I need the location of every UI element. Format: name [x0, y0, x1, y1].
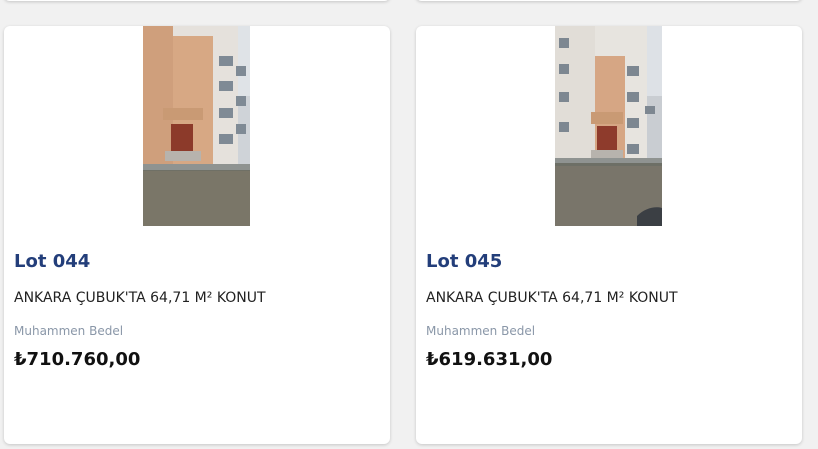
property-photo[interactable]: [555, 26, 662, 226]
lot-card[interactable]: Lot 045 ANKARA ÇUBUK'TA 64,71 M² KONUT M…: [416, 26, 802, 444]
previous-card-edge[interactable]: [4, 0, 390, 1]
lot-title[interactable]: ANKARA ÇUBUK'TA 64,71 M² KONUT: [426, 290, 678, 306]
price-label: Muhammen Bedel: [14, 324, 124, 338]
lot-number[interactable]: Lot 044: [14, 251, 90, 272]
previous-card-edge[interactable]: [416, 0, 802, 1]
lot-price: ₺710.760,00: [14, 349, 141, 370]
lot-card[interactable]: Lot 044 ANKARA ÇUBUK'TA 64,71 M² KONUT M…: [4, 26, 390, 444]
property-photo[interactable]: [143, 26, 250, 226]
price-label: Muhammen Bedel: [426, 324, 536, 338]
listing-grid: Lot 044 ANKARA ÇUBUK'TA 64,71 M² KONUT M…: [0, 0, 818, 449]
lot-number[interactable]: Lot 045: [426, 251, 502, 272]
lot-price: ₺619.631,00: [426, 349, 553, 370]
lot-title[interactable]: ANKARA ÇUBUK'TA 64,71 M² KONUT: [14, 290, 266, 306]
